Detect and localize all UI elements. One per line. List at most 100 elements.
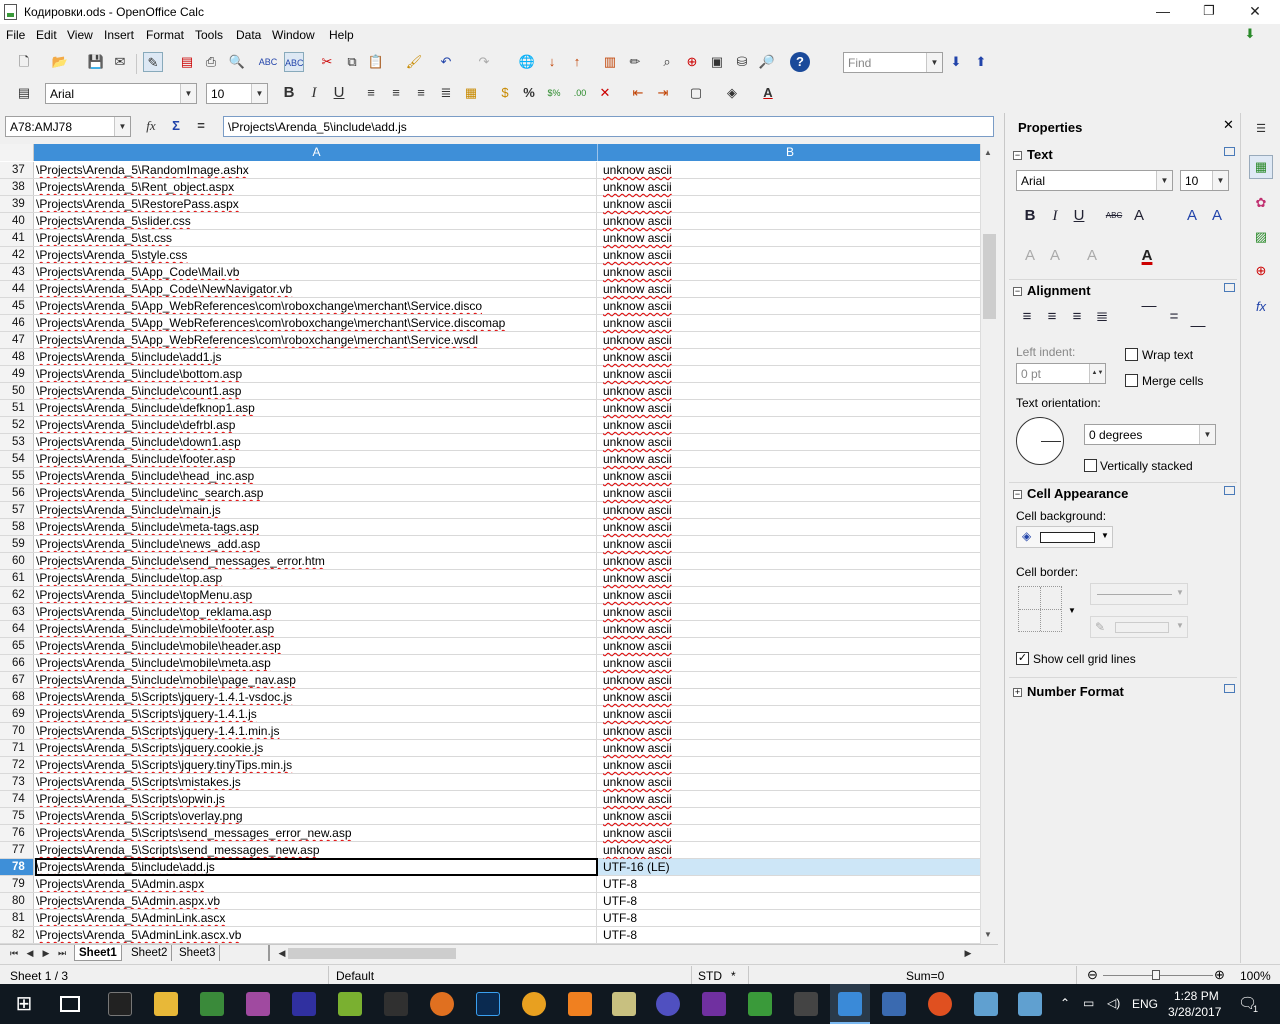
row-number[interactable]: 56: [0, 485, 34, 501]
table-row[interactable]: 76 \Projects\Arenda_5\Scripts\send_messag…: [0, 825, 980, 842]
row-number[interactable]: 57: [0, 502, 34, 518]
cell-b[interactable]: unknow ascii: [603, 196, 983, 212]
row-number[interactable]: 60: [0, 553, 34, 569]
table-row[interactable]: 52 \Projects\Arenda_5\include\defrbl.asp u…: [0, 417, 980, 434]
cell-a[interactable]: \Projects\Arenda_5\include\main.js: [36, 502, 597, 518]
row-number[interactable]: 48: [0, 349, 34, 365]
cell-a[interactable]: \Projects\Arenda_5\style.css: [36, 247, 597, 263]
task-view-icon[interactable]: [60, 996, 80, 1012]
function-wizard-icon[interactable]: fx: [141, 116, 161, 136]
table-row[interactable]: 45 \Projects\Arenda_5\App_WebReferences\c…: [0, 298, 980, 315]
cell-b[interactable]: unknow ascii: [603, 332, 983, 348]
cell-b[interactable]: unknow ascii: [603, 604, 983, 620]
cell-b[interactable]: unknow ascii: [603, 774, 983, 790]
cell-a[interactable]: \Projects\Arenda_5\include\down1.asp: [36, 434, 597, 450]
background-color-icon[interactable]: ◈: [722, 83, 742, 103]
bold-icon[interactable]: B: [1019, 205, 1041, 227]
table-row[interactable]: 55 \Projects\Arenda_5\include\head_inc.as…: [0, 468, 980, 485]
app-icon[interactable]: [794, 992, 818, 1016]
table-row[interactable]: 72 \Projects\Arenda_5\Scripts\jquery.tiny…: [0, 757, 980, 774]
row-number[interactable]: 44: [0, 281, 34, 297]
row-number[interactable]: 58: [0, 519, 34, 535]
cell-a[interactable]: \Projects\Arenda_5\Scripts\jquery.cookie…: [36, 740, 597, 756]
row-number[interactable]: 77: [0, 842, 34, 858]
align-center-icon[interactable]: ≡: [386, 83, 406, 103]
cell-b[interactable]: unknow ascii: [603, 400, 983, 416]
menu-tools[interactable]: Tools: [195, 28, 223, 42]
row-number[interactable]: 42: [0, 247, 34, 263]
cell-b[interactable]: unknow ascii: [603, 808, 983, 824]
row-number[interactable]: 76: [0, 825, 34, 841]
row-number[interactable]: 70: [0, 723, 34, 739]
sheet-tab-2[interactable]: Sheet2: [127, 945, 173, 961]
chevron-down-icon[interactable]: ▼: [180, 84, 196, 103]
row-number[interactable]: 43: [0, 264, 34, 280]
chart-icon[interactable]: ▥: [600, 52, 620, 72]
copy-icon[interactable]: ⧉: [342, 52, 362, 72]
justify-icon[interactable]: ≣: [1091, 306, 1113, 328]
shadow-icon[interactable]: A: [1128, 205, 1150, 227]
chevron-down-icon[interactable]: ▼: [1068, 606, 1076, 615]
print-icon[interactable]: ⎙: [201, 52, 221, 72]
align-middle-icon[interactable]: =: [1163, 306, 1185, 328]
cell-b[interactable]: unknow ascii: [603, 791, 983, 807]
app-icon[interactable]: [338, 992, 362, 1016]
table-row[interactable]: 63 \Projects\Arenda_5\include\top_reklama…: [0, 604, 980, 621]
justify-icon[interactable]: ≣: [436, 83, 456, 103]
row-number[interactable]: 66: [0, 655, 34, 671]
align-left-icon[interactable]: ≡: [1016, 306, 1038, 328]
show-grid-lines-checkbox[interactable]: ✓: [1016, 652, 1029, 665]
line-color-box[interactable]: ✎ ▼: [1090, 616, 1188, 638]
sidebar-font-size[interactable]: 10 ▼: [1180, 170, 1229, 191]
decrease-font-icon[interactable]: A: [1206, 205, 1228, 227]
navigator-icon[interactable]: ⊕: [682, 52, 702, 72]
gallery-deck-icon[interactable]: ▨: [1251, 227, 1271, 247]
minimize-button[interactable]: —: [1140, 0, 1186, 24]
table-row[interactable]: 78 \Projects\Arenda_5\include\add.js UTF-1…: [0, 858, 980, 876]
font-color-icon[interactable]: A: [758, 83, 778, 103]
row-number[interactable]: 45: [0, 298, 34, 314]
cell-a[interactable]: \Projects\Arenda_5\RestorePass.aspx: [36, 196, 597, 212]
functions-deck-icon[interactable]: fx: [1251, 297, 1271, 317]
table-row[interactable]: 66 \Projects\Arenda_5\include\mobile\meta…: [0, 655, 980, 672]
italic-icon[interactable]: I: [304, 83, 324, 103]
cell-a[interactable]: \Projects\Arenda_5\include\defrbl.asp: [36, 417, 597, 433]
export-pdf-icon[interactable]: ▤: [177, 52, 197, 72]
cell-b[interactable]: unknow ascii: [603, 672, 983, 688]
cell-a[interactable]: \Projects\Arenda_5\include\head_inc.asp: [36, 468, 597, 484]
tray-chevron-icon[interactable]: ⌃: [1060, 996, 1070, 1010]
cell-b[interactable]: unknow ascii: [603, 230, 983, 246]
delete-decimal-icon[interactable]: ✕: [595, 83, 615, 103]
row-number[interactable]: 63: [0, 604, 34, 620]
cell-a[interactable]: \Projects\Arenda_5\include\top_reklama.a…: [36, 604, 597, 620]
row-number[interactable]: 55: [0, 468, 34, 484]
cell-b[interactable]: UTF-8: [603, 893, 983, 909]
scroll-right-icon[interactable]: ▶: [958, 943, 978, 963]
bold-icon[interactable]: B: [279, 83, 299, 103]
scroll-thumb[interactable]: [983, 234, 996, 319]
sheet-tab-1[interactable]: Sheet1: [74, 945, 122, 961]
cell-b[interactable]: unknow ascii: [603, 587, 983, 603]
chevron-down-icon[interactable]: ▼: [1156, 171, 1172, 190]
cell-a[interactable]: \Projects\Arenda_5\include\top.asp: [36, 570, 597, 586]
active-task[interactable]: [830, 984, 870, 1024]
italic-icon[interactable]: I: [1044, 205, 1066, 227]
row-number[interactable]: 50: [0, 383, 34, 399]
styles-icon[interactable]: ▤: [14, 83, 34, 103]
cell-a[interactable]: \Projects\Arenda_5\App_Code\NewNavigator…: [36, 281, 597, 297]
align-left-icon[interactable]: ≡: [361, 83, 381, 103]
table-row[interactable]: 47 \Projects\Arenda_5\App_WebReferences\c…: [0, 332, 980, 349]
increase-font-icon[interactable]: A: [1181, 205, 1203, 227]
spellcheck-icon[interactable]: ABC: [258, 52, 278, 72]
standard-format-icon[interactable]: $%: [544, 83, 564, 103]
find-input[interactable]: Find ▼: [843, 52, 943, 73]
font-size-box[interactable]: 10 ▼: [206, 83, 268, 104]
cell-b[interactable]: unknow ascii: [603, 451, 983, 467]
row-number[interactable]: 46: [0, 315, 34, 331]
row-number[interactable]: 41: [0, 230, 34, 246]
gallery-icon[interactable]: ▣: [707, 52, 727, 72]
app-icon[interactable]: [522, 992, 546, 1016]
help-icon[interactable]: ?: [790, 52, 810, 72]
app-icon[interactable]: [292, 992, 316, 1016]
cell-b[interactable]: unknow ascii: [603, 162, 983, 178]
